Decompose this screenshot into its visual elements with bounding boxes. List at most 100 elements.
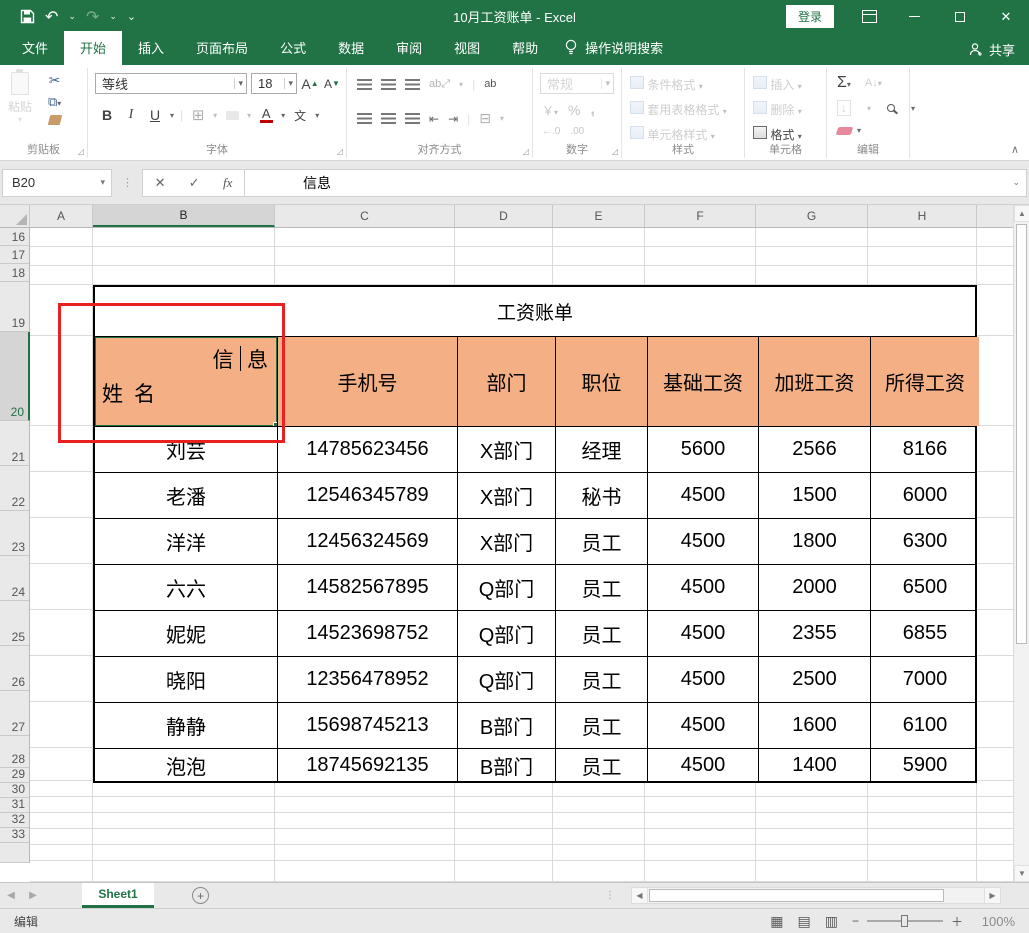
increase-indent-icon[interactable]: ⇥ <box>448 112 458 126</box>
insert-function-button[interactable]: fx <box>223 175 232 191</box>
find-select-icon[interactable] <box>887 104 895 112</box>
font-name-combo[interactable]: 等线▾ <box>95 73 247 94</box>
header-cell-手机号[interactable]: 手机号 <box>277 337 457 426</box>
table-cell[interactable]: 4500 <box>647 565 758 610</box>
save-icon[interactable] <box>20 9 35 24</box>
alignment-dialog-launcher-icon[interactable]: ◿ <box>523 147 529 156</box>
formula-bar-splitter[interactable]: ⋮ <box>122 176 134 189</box>
table-cell[interactable]: 7000 <box>870 657 979 702</box>
row-header-33[interactable]: 33 <box>0 828 29 843</box>
zoom-level[interactable]: 100% <box>977 914 1015 929</box>
close-button[interactable]: ✕ <box>983 0 1029 33</box>
number-dialog-launcher-icon[interactable]: ◿ <box>612 147 618 156</box>
table-cell[interactable]: 2500 <box>758 657 870 702</box>
sheet-nav-left-icon[interactable]: ◀ <box>0 883 22 908</box>
normal-view-icon[interactable]: ▦ <box>770 913 783 930</box>
cut-icon[interactable]: ✂ <box>49 72 61 89</box>
tab-file[interactable]: 文件 <box>6 31 64 65</box>
column-header-F[interactable]: F <box>645 205 756 227</box>
tab-帮助[interactable]: 帮助 <box>496 31 554 65</box>
table-cell[interactable]: 18745692135 <box>277 749 457 781</box>
undo-button[interactable]: ↶ <box>45 7 58 27</box>
underline-dropdown-icon[interactable]: ▾ <box>170 111 174 120</box>
table-cell[interactable]: X部门 <box>457 473 555 518</box>
table-cell[interactable]: 4500 <box>647 657 758 702</box>
table-cell[interactable]: 12456324569 <box>277 519 457 564</box>
cancel-entry-button[interactable]: ✕ <box>155 175 166 191</box>
table-cell[interactable]: 员工 <box>555 565 647 610</box>
row-header-23[interactable]: 23 <box>0 511 29 556</box>
row-header-32[interactable]: 32 <box>0 813 29 828</box>
table-cell[interactable]: 老潘 <box>95 473 277 518</box>
row-header-30[interactable]: 30 <box>0 783 29 798</box>
table-title-cell[interactable]: 工资账单 <box>95 287 975 336</box>
table-cell[interactable]: 6500 <box>870 565 979 610</box>
table-cell[interactable]: 员工 <box>555 703 647 748</box>
phonetic-guide-icon[interactable]: 文 <box>291 105 309 125</box>
table-cell[interactable]: 泡泡 <box>95 749 277 781</box>
table-cell[interactable]: X部门 <box>457 519 555 564</box>
table-cell[interactable]: 5600 <box>647 427 758 472</box>
table-cell[interactable]: 1800 <box>758 519 870 564</box>
table-cell[interactable]: 员工 <box>555 749 647 781</box>
row-header-20[interactable]: 20 <box>0 332 30 421</box>
align-middle-icon[interactable] <box>381 79 396 90</box>
table-cell[interactable]: 4500 <box>647 749 758 781</box>
table-cell[interactable]: Q部门 <box>457 657 555 702</box>
tab-插入[interactable]: 插入 <box>122 31 180 65</box>
table-cell[interactable]: 6855 <box>870 611 979 656</box>
align-left-icon[interactable] <box>357 113 372 124</box>
enter-entry-button[interactable]: ✓ <box>189 175 200 191</box>
table-cell[interactable]: 4500 <box>647 703 758 748</box>
row-header-28[interactable]: 28 <box>0 736 29 768</box>
table-cell[interactable]: 4500 <box>647 519 758 564</box>
table-cell[interactable]: 秘书 <box>555 473 647 518</box>
zoom-in-icon[interactable]: ＋ <box>951 913 963 930</box>
bold-button[interactable]: B <box>98 105 116 125</box>
row-header-21[interactable]: 21 <box>0 421 29 466</box>
clipboard-dialog-launcher-icon[interactable]: ◿ <box>78 147 84 156</box>
table-cell[interactable]: 六六 <box>95 565 277 610</box>
horizontal-scrollbar[interactable]: ◀ ▶ <box>631 887 1001 904</box>
fill-handle[interactable] <box>273 422 277 426</box>
table-cell[interactable]: 4500 <box>647 473 758 518</box>
minimize-button[interactable] <box>891 0 937 33</box>
tab-视图[interactable]: 视图 <box>438 31 496 65</box>
format-painter-icon[interactable] <box>47 115 61 125</box>
ribbon-display-options-icon[interactable] <box>862 10 877 23</box>
name-box[interactable]: B20▾ <box>2 169 112 197</box>
share-button[interactable]: 共享 <box>968 40 1015 59</box>
table-cell[interactable]: 1600 <box>758 703 870 748</box>
table-cell[interactable]: 6000 <box>870 473 979 518</box>
table-cell[interactable]: 8166 <box>870 427 979 472</box>
clear-icon[interactable] <box>836 127 854 135</box>
row-header-31[interactable]: 31 <box>0 798 29 813</box>
table-cell[interactable]: B部门 <box>457 749 555 781</box>
maximize-button[interactable] <box>937 0 983 33</box>
autosum-icon[interactable]: Σ▾ <box>837 74 851 92</box>
table-cell[interactable]: 1400 <box>758 749 870 781</box>
row-header-18[interactable]: 18 <box>0 264 29 282</box>
row-header-19[interactable]: 19 <box>0 282 29 332</box>
row-header-16[interactable]: 16 <box>0 228 29 246</box>
header-cell-职位[interactable]: 职位 <box>555 337 647 426</box>
signin-button[interactable]: 登录 <box>786 5 834 28</box>
table-cell[interactable]: 6100 <box>870 703 979 748</box>
customize-qat-icon[interactable]: ⌄ <box>127 10 136 23</box>
align-center-icon[interactable] <box>381 113 396 124</box>
scroll-right-icon[interactable]: ▶ <box>984 888 1000 903</box>
tab-审阅[interactable]: 审阅 <box>380 31 438 65</box>
collapse-ribbon-icon[interactable]: ∧ <box>1011 143 1019 156</box>
table-cell[interactable]: 2355 <box>758 611 870 656</box>
table-cell[interactable]: 12546345789 <box>277 473 457 518</box>
scroll-up-icon[interactable]: ▲ <box>1014 205 1029 222</box>
table-cell[interactable]: Q部门 <box>457 611 555 656</box>
scroll-left-icon[interactable]: ◀ <box>632 888 648 903</box>
tab-开始[interactable]: 开始 <box>64 31 122 65</box>
table-cell[interactable]: 2566 <box>758 427 870 472</box>
table-cell[interactable]: 15698745213 <box>277 703 457 748</box>
wrap-text-icon[interactable]: ab <box>484 78 496 90</box>
zoom-out-icon[interactable]: − <box>852 914 859 928</box>
horizontal-scrollbar-thumb[interactable] <box>649 889 944 902</box>
column-header-E[interactable]: E <box>553 205 645 227</box>
